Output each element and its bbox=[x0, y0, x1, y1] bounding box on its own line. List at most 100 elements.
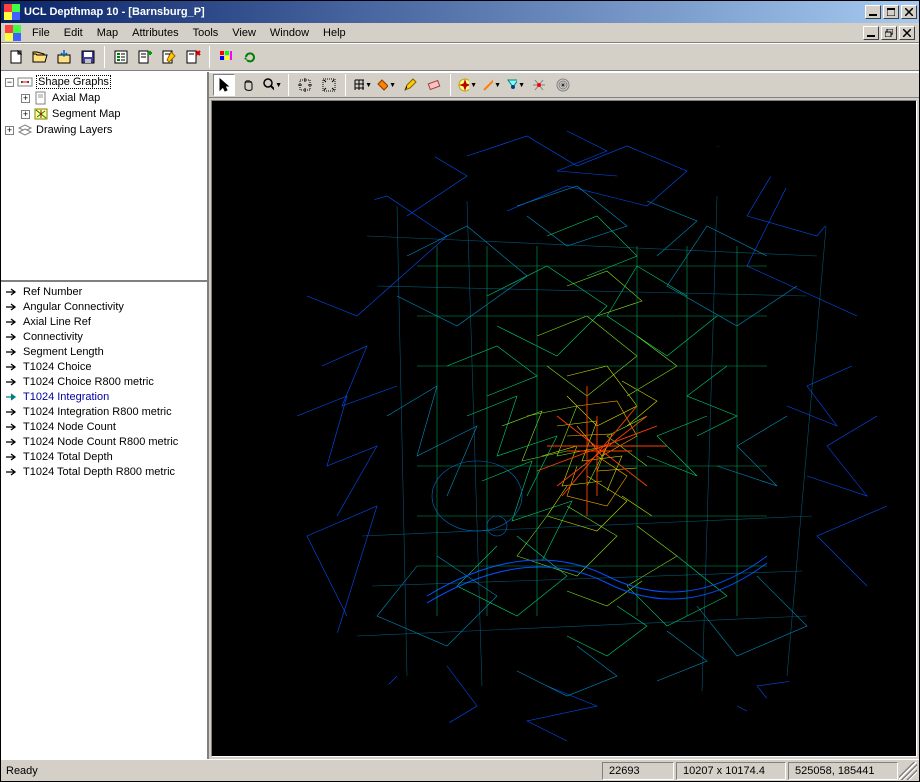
attribute-row[interactable]: T1024 Choice R800 metric bbox=[1, 374, 207, 389]
status-count: 22693 bbox=[602, 762, 674, 780]
menu-file[interactable]: File bbox=[25, 25, 57, 41]
tree-axial-map[interactable]: + Axial Map bbox=[1, 90, 207, 106]
arrow-icon bbox=[5, 436, 19, 448]
add-attr-button[interactable] bbox=[134, 46, 156, 68]
map-canvas[interactable] bbox=[211, 100, 917, 757]
arrow-icon bbox=[5, 391, 19, 403]
expander-icon[interactable]: + bbox=[5, 126, 14, 135]
attribute-row[interactable]: T1024 Total Depth bbox=[1, 449, 207, 464]
attribute-row[interactable]: T1024 Total Depth R800 metric bbox=[1, 464, 207, 479]
hand-button[interactable] bbox=[237, 74, 259, 96]
tree-label: Drawing Layers bbox=[36, 124, 112, 136]
status-dimensions: 10207 x 10174.4 bbox=[676, 762, 786, 780]
window-title: UCL Depthmap 10 - [Barnsburg_P] bbox=[24, 6, 205, 18]
menu-map[interactable]: Map bbox=[90, 25, 125, 41]
mdi-close-button[interactable] bbox=[899, 26, 915, 40]
attribute-row[interactable]: Segment Length bbox=[1, 344, 207, 359]
compass-button[interactable]: ▼ bbox=[456, 74, 478, 96]
mdi-minimize-button[interactable] bbox=[863, 26, 879, 40]
props-button[interactable] bbox=[110, 46, 132, 68]
grid-button[interactable]: ▼ bbox=[351, 74, 373, 96]
attribute-row[interactable]: T1024 Integration R800 metric bbox=[1, 404, 207, 419]
attribute-label: T1024 Integration bbox=[23, 391, 109, 403]
menu-attributes[interactable]: Attributes bbox=[125, 25, 185, 41]
attribute-row[interactable]: Connectivity bbox=[1, 329, 207, 344]
line-button[interactable]: ▼ bbox=[480, 74, 502, 96]
tree-label: Axial Map bbox=[52, 92, 100, 104]
new-button[interactable] bbox=[5, 46, 27, 68]
arrow-icon bbox=[5, 331, 19, 343]
status-coords: 525058, 185441 bbox=[788, 762, 898, 780]
axial-button[interactable] bbox=[528, 74, 550, 96]
arrow-icon bbox=[5, 301, 19, 313]
arrow-icon bbox=[5, 466, 19, 478]
attribute-label: T1024 Total Depth bbox=[23, 451, 113, 463]
expander-icon[interactable]: + bbox=[21, 94, 30, 103]
fit-button[interactable] bbox=[318, 74, 340, 96]
attribute-label: T1024 Total Depth R800 metric bbox=[23, 466, 175, 478]
map-icon bbox=[33, 107, 49, 121]
attribute-label: T1024 Integration R800 metric bbox=[23, 406, 172, 418]
arrow-icon bbox=[5, 346, 19, 358]
attribute-row[interactable]: Angular Connectivity bbox=[1, 299, 207, 314]
minimize-button[interactable] bbox=[865, 5, 881, 19]
menu-edit[interactable]: Edit bbox=[57, 25, 90, 41]
zoom-button[interactable]: ▼ bbox=[261, 74, 283, 96]
pointer-button[interactable] bbox=[213, 74, 235, 96]
refresh-button[interactable] bbox=[239, 46, 261, 68]
side-panel: − Shape Graphs + Axial Map + Segment Map… bbox=[1, 72, 209, 759]
isovist-button[interactable]: ▼ bbox=[504, 74, 526, 96]
menu-help[interactable]: Help bbox=[316, 25, 353, 41]
resize-grip-icon[interactable] bbox=[899, 762, 917, 780]
attribute-row[interactable]: Ref Number bbox=[1, 284, 207, 299]
attribute-label: Axial Line Ref bbox=[23, 316, 91, 328]
attribute-row[interactable]: T1024 Integration bbox=[1, 389, 207, 404]
erase-button[interactable] bbox=[423, 74, 445, 96]
title-bar: UCL Depthmap 10 - [Barnsburg_P] bbox=[1, 1, 919, 23]
document-icon[interactable] bbox=[5, 25, 21, 41]
tree-shape-graphs[interactable]: − Shape Graphs bbox=[1, 74, 207, 90]
pencil-button[interactable] bbox=[399, 74, 421, 96]
del-attr-button[interactable] bbox=[182, 46, 204, 68]
tree-panel[interactable]: − Shape Graphs + Axial Map + Segment Map… bbox=[1, 72, 207, 282]
attribute-label: Segment Length bbox=[23, 346, 104, 358]
attribute-row[interactable]: Axial Line Ref bbox=[1, 314, 207, 329]
arrow-icon bbox=[5, 451, 19, 463]
arrow-icon bbox=[5, 361, 19, 373]
tree-label: Segment Map bbox=[52, 108, 120, 120]
dropdown-icon: ▼ bbox=[275, 82, 282, 89]
attribute-label: Connectivity bbox=[23, 331, 83, 343]
arrow-icon bbox=[5, 316, 19, 328]
maximize-button[interactable] bbox=[883, 5, 899, 19]
expander-icon[interactable]: − bbox=[5, 78, 14, 87]
attribute-label: Ref Number bbox=[23, 286, 82, 298]
attribute-panel[interactable]: Ref NumberAngular Connectivity Axial Line… bbox=[1, 282, 207, 759]
menu-view[interactable]: View bbox=[225, 25, 263, 41]
expander-icon[interactable]: + bbox=[21, 110, 30, 119]
attribute-label: T1024 Choice bbox=[23, 361, 92, 373]
main-area: − Shape Graphs + Axial Map + Segment Map… bbox=[1, 71, 919, 759]
import-button[interactable] bbox=[53, 46, 75, 68]
arrow-icon bbox=[5, 286, 19, 298]
save-button[interactable] bbox=[77, 46, 99, 68]
color-button[interactable] bbox=[215, 46, 237, 68]
attribute-label: T1024 Node Count bbox=[23, 421, 116, 433]
menu-tools[interactable]: Tools bbox=[186, 25, 226, 41]
fill-button[interactable]: ▼ bbox=[375, 74, 397, 96]
menu-window[interactable]: Window bbox=[263, 25, 316, 41]
menu-bar: File Edit Map Attributes Tools View Wind… bbox=[1, 23, 919, 43]
tree-segment-map[interactable]: + Segment Map bbox=[1, 106, 207, 122]
doc-icon bbox=[33, 91, 49, 105]
open-button[interactable] bbox=[29, 46, 51, 68]
main-toolbar bbox=[1, 43, 919, 71]
depth-button[interactable] bbox=[552, 74, 574, 96]
shapegraphs-icon bbox=[17, 75, 33, 89]
recenter-button[interactable] bbox=[294, 74, 316, 96]
tree-drawing-layers[interactable]: + Drawing Layers bbox=[1, 122, 207, 138]
attribute-row[interactable]: T1024 Node Count R800 metric bbox=[1, 434, 207, 449]
attribute-row[interactable]: T1024 Node Count bbox=[1, 419, 207, 434]
mdi-restore-button[interactable] bbox=[881, 26, 897, 40]
attribute-row[interactable]: T1024 Choice bbox=[1, 359, 207, 374]
close-button[interactable] bbox=[901, 5, 917, 19]
edit-attr-button[interactable] bbox=[158, 46, 180, 68]
